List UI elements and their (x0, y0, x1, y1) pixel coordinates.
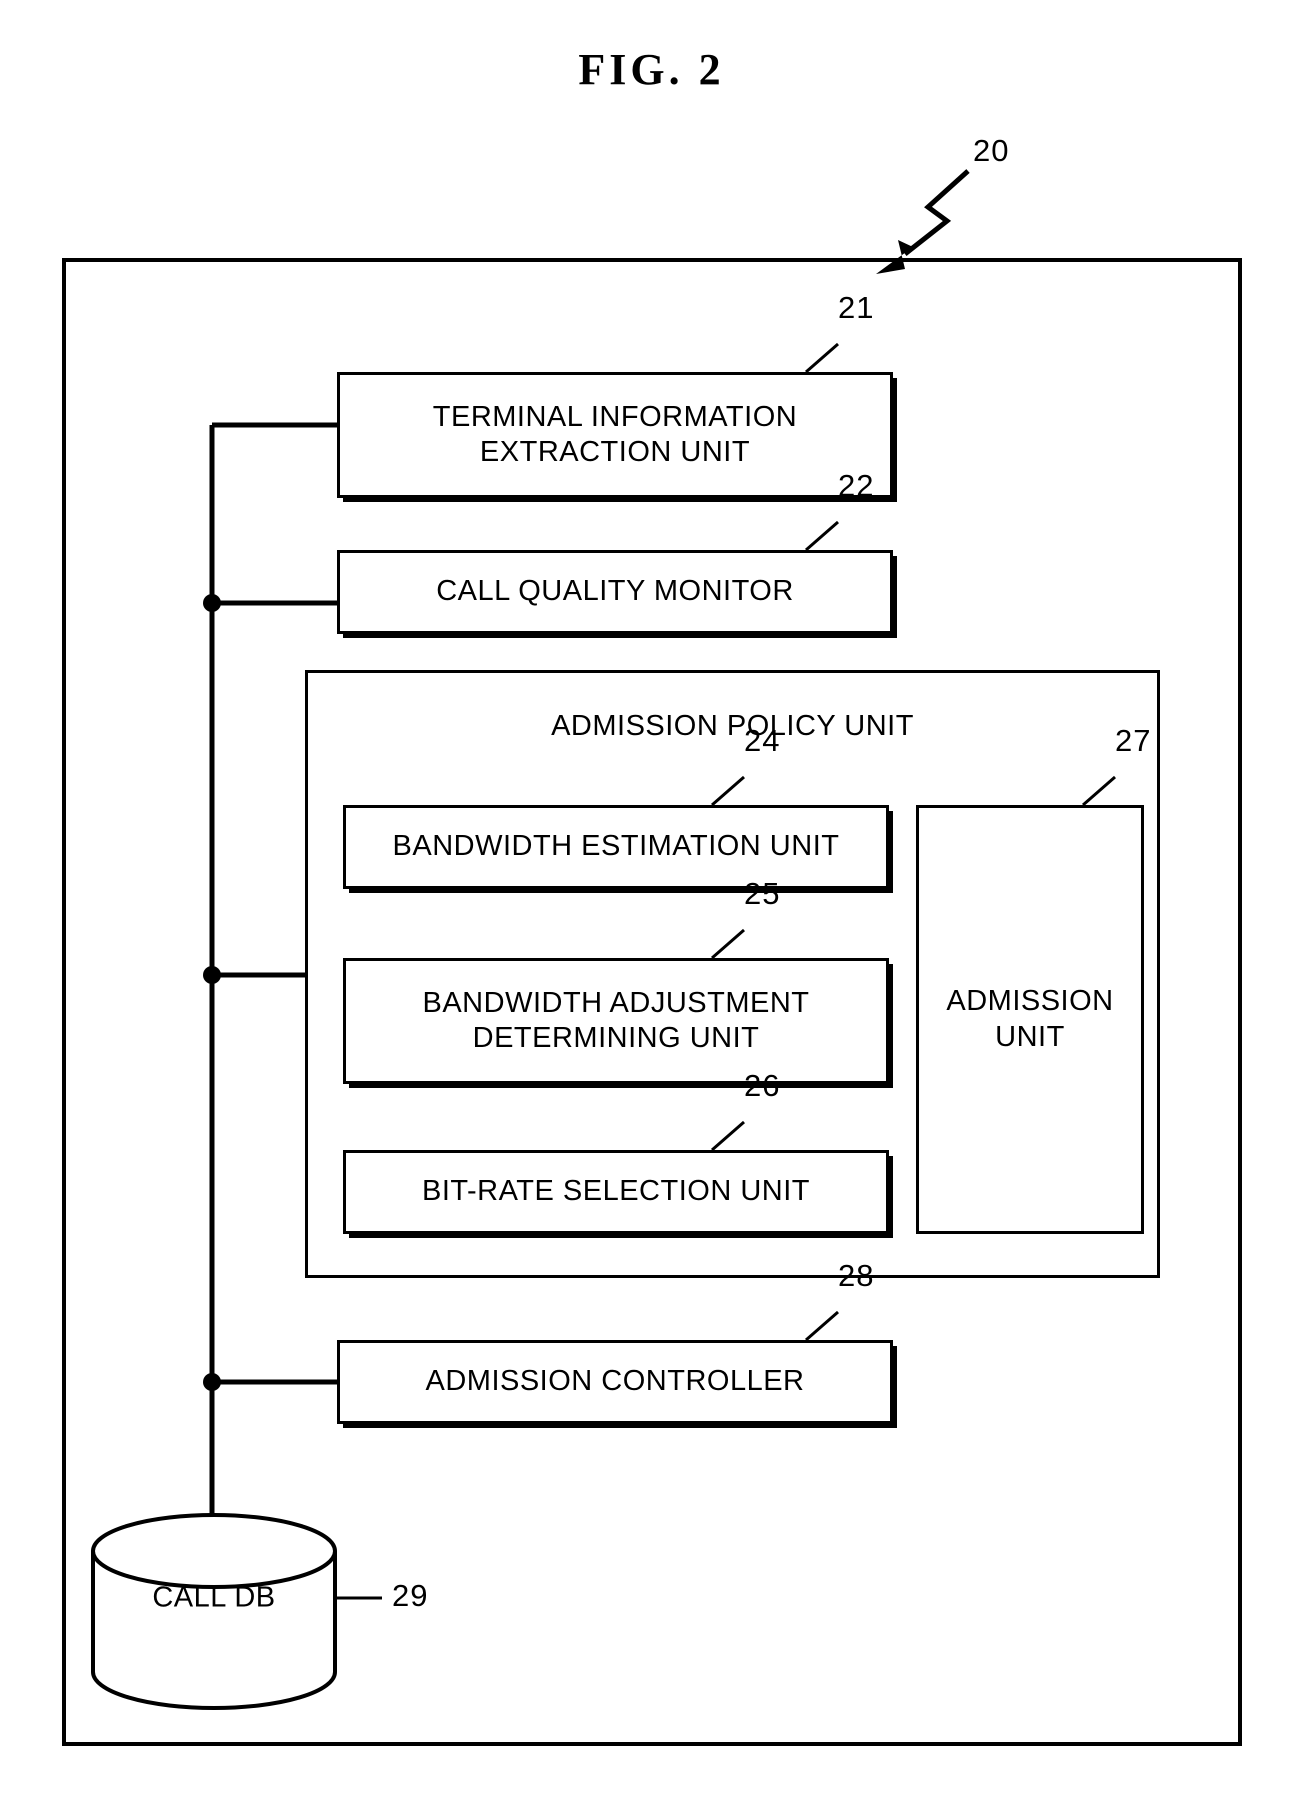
block-bit-rate-selection-unit[interactable]: BIT-RATE SELECTION UNIT (343, 1150, 889, 1234)
ref-numeral-29: 29 (392, 1578, 429, 1613)
block-bandwidth-estimation-unit[interactable]: BANDWIDTH ESTIMATION UNIT (343, 805, 889, 889)
block-diagram: TERMINAL INFORMATION EXTRACTION UNIT 21 … (0, 0, 1303, 1794)
ref-numeral-25: 25 (744, 876, 781, 911)
ref-numeral-24: 24 (744, 723, 781, 758)
block-call-quality-monitor[interactable]: CALL QUALITY MONITOR (337, 550, 893, 634)
ref-numeral-22: 22 (838, 468, 875, 503)
ref-numeral-20: 20 (973, 133, 1010, 168)
ref-numeral-26: 26 (744, 1068, 781, 1103)
block-admission-unit[interactable]: ADMISSION UNIT (916, 805, 1144, 1234)
ref-numeral-27: 27 (1115, 723, 1152, 758)
block-terminal-information-extraction-unit[interactable]: TERMINAL INFORMATION EXTRACTION UNIT (337, 372, 893, 498)
call-db-label: CALL DB (152, 1581, 276, 1614)
block-bandwidth-adjustment-determining-unit[interactable]: BANDWIDTH ADJUSTMENT DETERMINING UNIT (343, 958, 889, 1084)
ref-numeral-28: 28 (838, 1258, 875, 1293)
ref-numeral-21: 21 (838, 290, 875, 325)
admission-policy-unit-title: ADMISSION POLICY UNIT (551, 710, 914, 742)
block-admission-controller[interactable]: ADMISSION CONTROLLER (337, 1340, 893, 1424)
